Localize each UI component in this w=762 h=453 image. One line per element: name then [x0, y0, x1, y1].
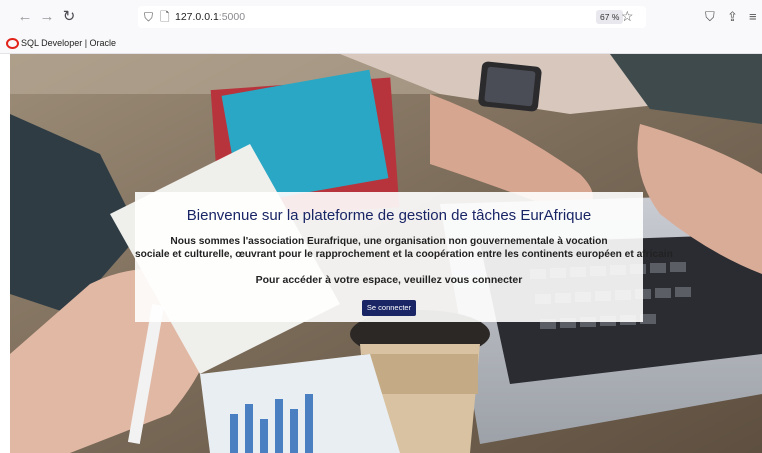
page-icon[interactable]: 🗋 — [160, 9, 170, 25]
hamburger-menu-icon[interactable]: ≡ — [749, 8, 757, 26]
login-prompt: Pour accéder à votre espace, veuillez vo… — [255, 274, 523, 286]
bookmark-label: SQL Developer | Oracle — [21, 38, 117, 48]
description-line-2: sociale et culturelle, œuvrant pour le r… — [135, 248, 673, 260]
association-description: Nous sommes l'association Eurafrique, un… — [135, 236, 673, 261]
bookmark-star-icon[interactable]: ☆ — [621, 8, 634, 24]
share-icon[interactable]: ⇪ — [727, 8, 738, 26]
welcome-card: Bienvenue sur la plateforme de gestion d… — [135, 192, 673, 322]
zoom-level-badge[interactable]: 67 % — [596, 10, 624, 24]
description-line-1: Nous sommes l'association Eurafrique, un… — [170, 236, 608, 247]
page-title: Bienvenue sur la plateforme de gestion d… — [186, 207, 592, 224]
shield-icon[interactable]: ⛉ — [144, 9, 153, 25]
bookmarks-bar: SQL Developer | Oracle — [0, 34, 762, 54]
reload-icon[interactable]: ↻ — [60, 8, 78, 26]
page-viewport: Bienvenue sur la plateforme de gestion d… — [10, 54, 762, 453]
url-text[interactable]: 127.0.0.1:5000 — [175, 10, 245, 24]
address-bar[interactable]: ⛉ 🗋 127.0.0.1:5000 67 % ☆ — [138, 6, 646, 28]
oracle-logo-icon — [6, 38, 19, 49]
pocket-icon[interactable]: ⛉ — [705, 8, 715, 26]
forward-arrow-icon[interactable]: → — [38, 8, 56, 26]
back-arrow-icon[interactable]: ← — [16, 8, 34, 26]
login-button[interactable]: Se connecter — [362, 300, 416, 316]
browser-toolbar: ← → ↻ ⛉ 🗋 127.0.0.1:5000 67 % ☆ ⛉ ⇪ ≡ — [0, 0, 762, 34]
